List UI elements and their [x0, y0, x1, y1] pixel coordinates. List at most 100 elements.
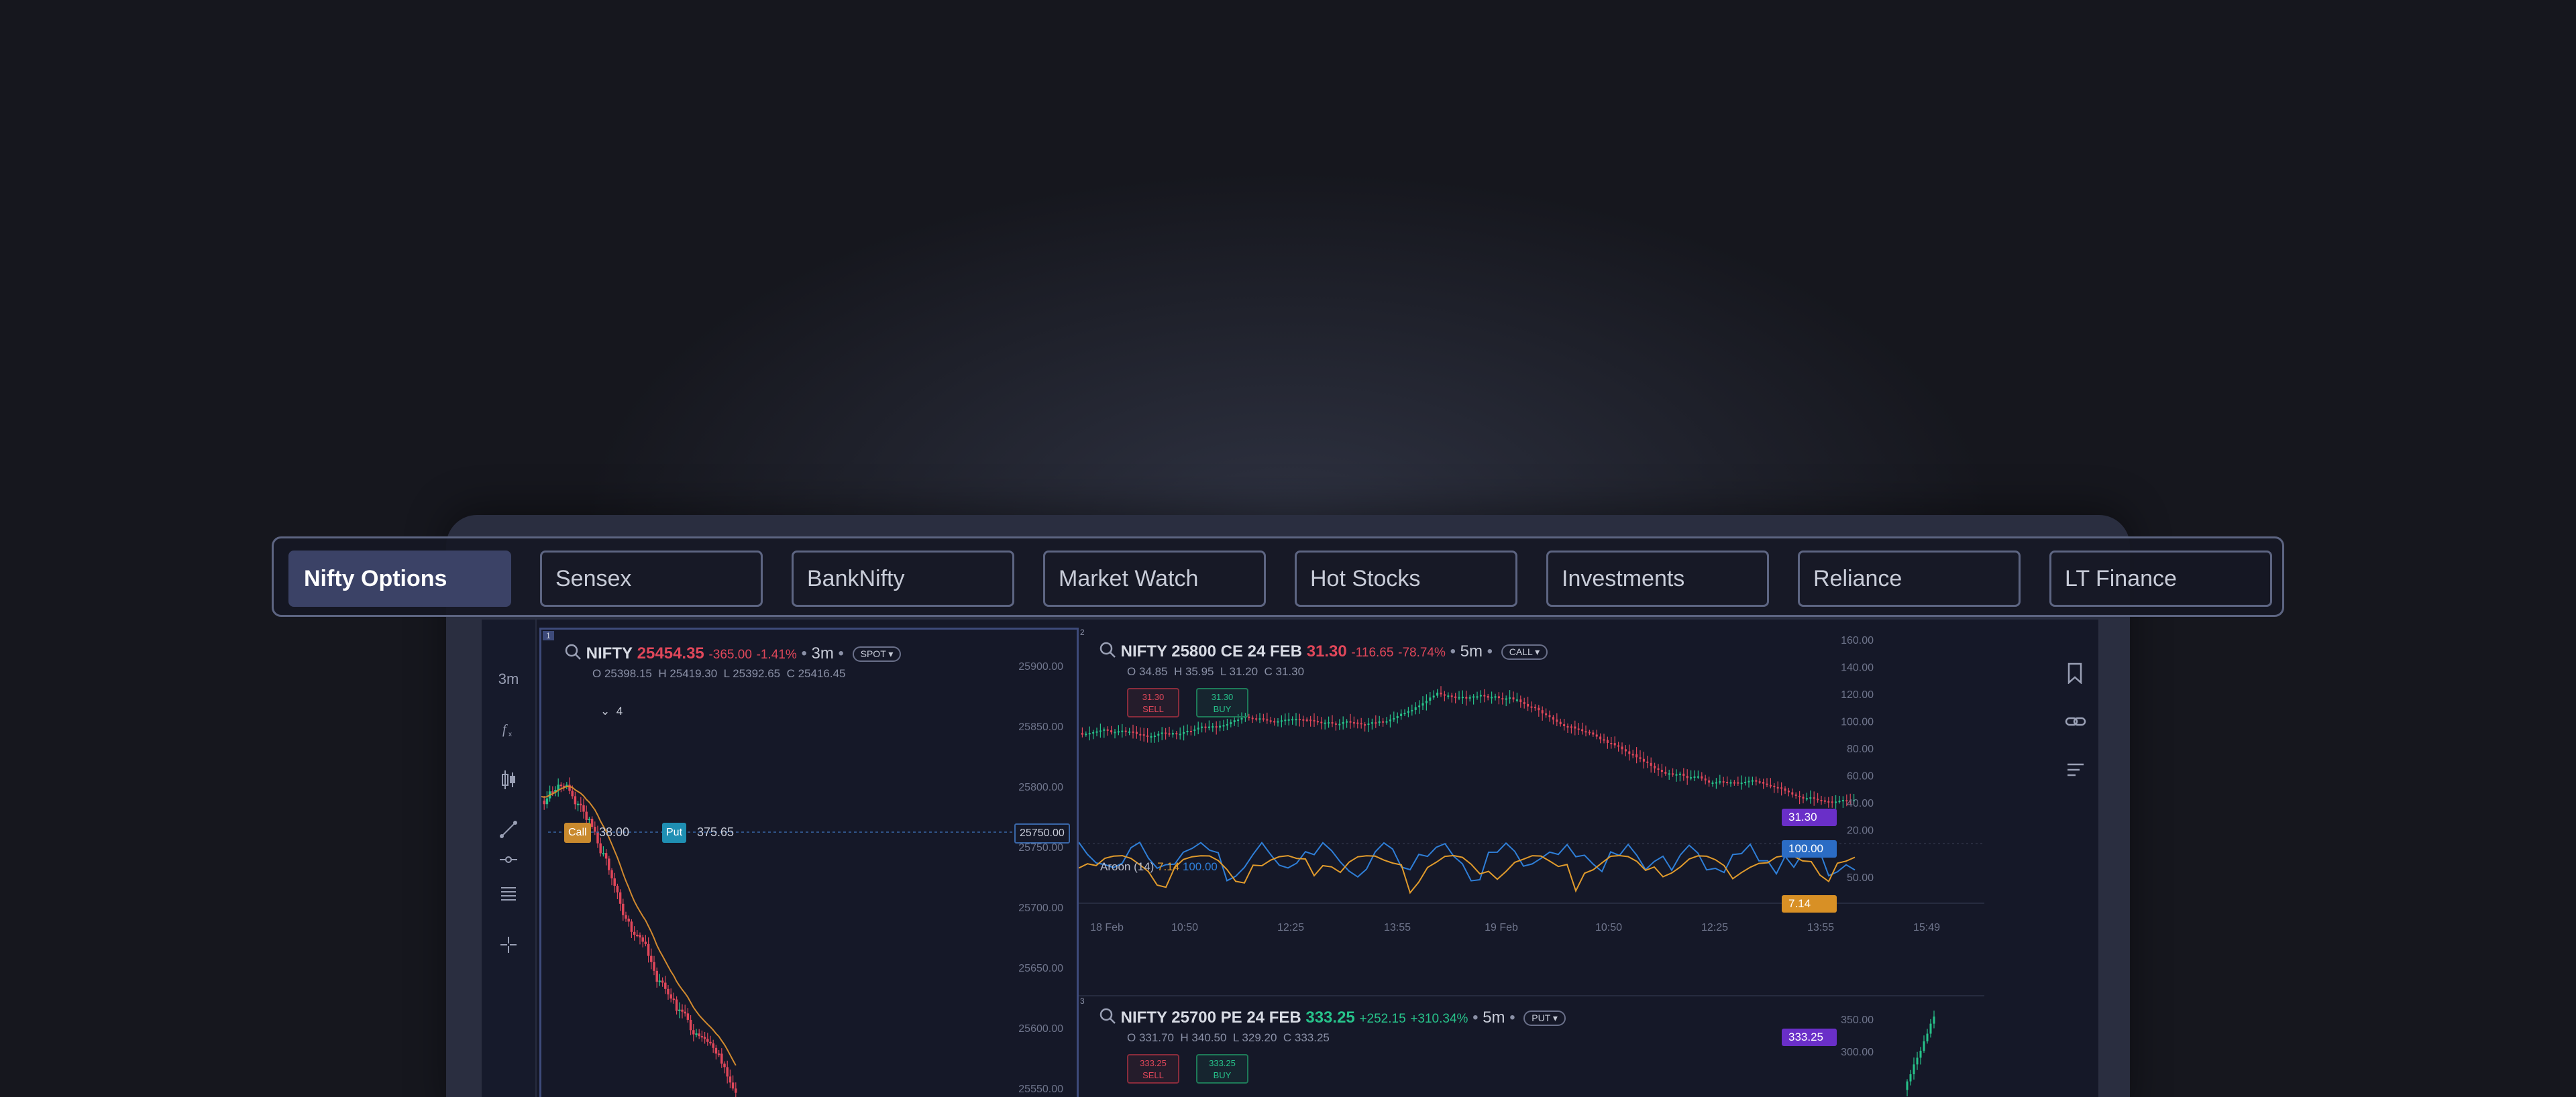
- search-icon[interactable]: [1099, 641, 1116, 663]
- pane1-y-tick: 25800.00: [1018, 782, 1063, 793]
- collapse-indicators[interactable]: ⌄ 4: [600, 705, 623, 718]
- pane3-candle: [1933, 1017, 1935, 1024]
- link-icon[interactable]: [2065, 713, 2086, 733]
- pane1-chart-canvas[interactable]: 25900.00 25850.00 25800.00 25750.00 25700.00…: [541, 630, 1079, 1097]
- pane2-candle: [1686, 776, 1688, 778]
- pane1-candle: [689, 1019, 692, 1031]
- sell-price: 333.25: [1140, 1058, 1167, 1068]
- tab-nifty-options[interactable]: Nifty Options: [288, 551, 511, 607]
- pane2-candle: [1298, 719, 1301, 721]
- sell-button[interactable]: 333.25 SELL: [1127, 1054, 1179, 1084]
- ohlc-open: O 25398.15: [592, 667, 652, 680]
- pane2-candle: [1646, 761, 1649, 763]
- pane2-candle: [1081, 732, 1083, 735]
- put-badge[interactable]: Put: [662, 823, 687, 843]
- pane2-candle: [1701, 776, 1703, 779]
- tab-reliance[interactable]: Reliance: [1798, 551, 2021, 607]
- pane2-chart-canvas[interactable]: 160.00 140.00 120.00 100.00 80.00 60.00 40.00 2…: [1079, 628, 1984, 993]
- symbol-name[interactable]: NIFTY: [586, 644, 633, 662]
- pane2-candle: [1530, 706, 1533, 708]
- aroon-legend[interactable]: Aroon (14) 7.14 100.00: [1100, 860, 1218, 874]
- indicators-icon[interactable]: fx: [482, 719, 535, 743]
- list-icon[interactable]: [2066, 762, 2085, 781]
- pane2-candle: [1396, 715, 1399, 718]
- symbol-name[interactable]: NIFTY 25700 PE 24 FEB: [1121, 1008, 1301, 1027]
- pane2-candle: [1650, 762, 1652, 766]
- pane2-candle: [1639, 757, 1642, 759]
- tab-investments[interactable]: Investments: [1546, 551, 1769, 607]
- pane2-y-tick: 20.00: [1847, 825, 1874, 837]
- tab-lt-finance[interactable]: LT Finance: [2049, 551, 2272, 607]
- strike-price-badge: 25750.00: [1014, 823, 1070, 844]
- tab-market-watch[interactable]: Market Watch: [1043, 551, 1266, 607]
- buy-label: BUY: [1213, 1070, 1232, 1080]
- pane2-candle: [1334, 723, 1337, 725]
- pane2-candle: [1758, 781, 1761, 783]
- tab-banknifty[interactable]: BankNifty: [792, 551, 1014, 607]
- pane1-candle: [590, 819, 594, 827]
- buy-button[interactable]: 333.25 BUY: [1196, 1054, 1248, 1084]
- horizontal-line-icon[interactable]: [482, 853, 535, 870]
- chart-pane-put-option[interactable]: 350.00 300.00 3 NIFTY 25700 PE 24 FEB 333…: [1079, 995, 1984, 1097]
- pane2-candle: [1519, 699, 1522, 703]
- pane2-candle: [1204, 726, 1207, 728]
- chevron-down-icon: ⌄: [600, 705, 610, 717]
- candlestick-icon[interactable]: [482, 768, 535, 795]
- trading-app-screen: 3m fx 25900.00 25850.00 25800.00 25750.0…: [482, 620, 2098, 1097]
- pane1-y-tick: 25850.00: [1018, 721, 1063, 733]
- tab-sensex[interactable]: Sensex: [540, 551, 763, 607]
- fib-tool-icon[interactable]: [482, 884, 535, 908]
- sell-label: SELL: [1142, 704, 1164, 714]
- pane2-candle: [1678, 773, 1681, 775]
- ohlc-high: H 340.50: [1180, 1031, 1227, 1044]
- pane1-candle: [588, 819, 591, 821]
- interval-label[interactable]: 5m: [1460, 642, 1483, 660]
- trendline-icon[interactable]: [482, 819, 535, 844]
- instrument-type-pill[interactable]: PUT ▾: [1523, 1011, 1566, 1026]
- bookmark-icon[interactable]: [2066, 662, 2084, 687]
- pane2-candle: [1773, 785, 1776, 787]
- last-price: 31.30: [1306, 642, 1347, 660]
- interval-label[interactable]: 3m: [812, 644, 834, 662]
- pane2-candle: [1740, 783, 1743, 785]
- pane2-candle: [1476, 696, 1479, 698]
- crosshair-icon[interactable]: [482, 935, 535, 959]
- pane2-candle: [1287, 719, 1290, 721]
- pane2-candle: [1606, 740, 1609, 744]
- interval-selector[interactable]: 3m: [482, 671, 535, 688]
- instrument-type-pill[interactable]: CALL ▾: [1501, 644, 1548, 660]
- pane3-y-tick: 350.00: [1841, 1015, 1874, 1026]
- pane1-candle: [675, 999, 678, 1011]
- pane1-candle: [580, 803, 582, 805]
- pane2-ohlc: O 34.85 H 35.95 L 31.20 C 31.30: [1127, 665, 1304, 679]
- chart-pane-call-option[interactable]: 160.00 140.00 120.00 100.00 80.00 60.00 40.00 2…: [1079, 628, 1984, 993]
- pane2-candle: [1085, 734, 1087, 736]
- buy-button[interactable]: 31.30 BUY: [1196, 688, 1248, 717]
- pane2-candle: [1139, 734, 1142, 736]
- pane2-x-tick: 10:50: [1171, 922, 1198, 933]
- search-icon[interactable]: [564, 643, 582, 665]
- pane2-candle: [1748, 781, 1750, 783]
- price-change: -365.00: [708, 647, 752, 662]
- chart-pane-nifty-spot[interactable]: 25900.00 25850.00 25800.00 25750.00 25700.00…: [539, 628, 1079, 1097]
- pane2-candle: [1635, 754, 1638, 758]
- pane1-candle: [585, 811, 588, 820]
- pane2-indicator-y-tick: 50.00: [1847, 872, 1874, 884]
- pane2-candle: [1389, 719, 1391, 721]
- pane2-candle: [1523, 702, 1525, 704]
- call-badge[interactable]: Call: [564, 823, 591, 843]
- svg-text:f: f: [502, 722, 508, 737]
- pane2-candle: [1744, 781, 1747, 783]
- pane1-candle: [681, 1009, 684, 1012]
- instrument-type-pill[interactable]: SPOT ▾: [852, 646, 902, 662]
- tab-hot-stocks[interactable]: Hot Stocks: [1295, 551, 1517, 607]
- search-icon[interactable]: [1099, 1007, 1116, 1029]
- pane2-candle: [1280, 720, 1283, 722]
- pane2-candle: [1603, 739, 1605, 741]
- sell-button[interactable]: 31.30 SELL: [1127, 688, 1179, 717]
- price-change-pct: -1.41%: [756, 647, 797, 662]
- pane2-candle: [1309, 719, 1312, 721]
- ohlc-low: L 329.20: [1232, 1031, 1277, 1044]
- interval-label[interactable]: 5m: [1483, 1008, 1505, 1027]
- symbol-name[interactable]: NIFTY 25800 CE 24 FEB: [1121, 642, 1302, 660]
